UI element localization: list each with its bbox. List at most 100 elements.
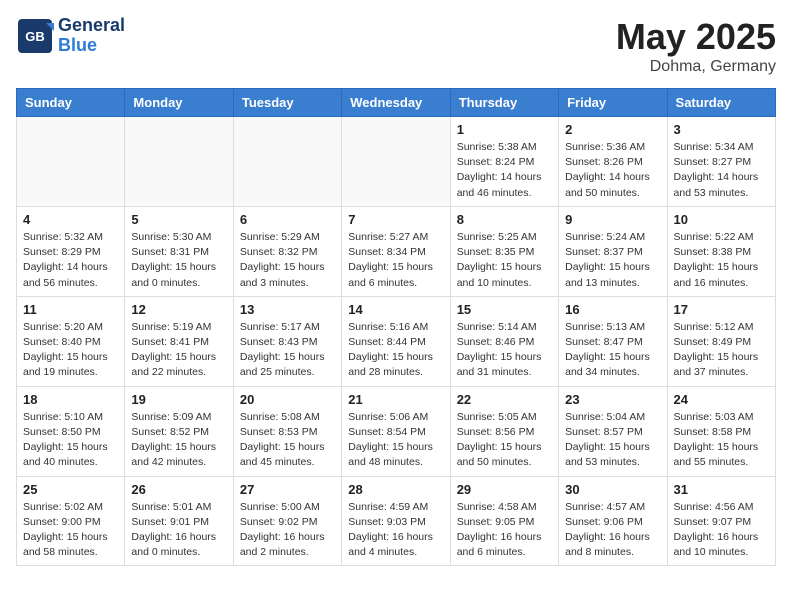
calendar-day: 6 Sunrise: 5:29 AM Sunset: 8:32 PM Daylig… [233,206,341,296]
day-info: Sunrise: 5:03 AM Sunset: 8:58 PM Dayligh… [674,410,769,471]
calendar-day: 24 Sunrise: 5:03 AM Sunset: 8:58 PM Dayli… [667,386,775,476]
day-number: 12 [131,302,226,317]
day-number: 2 [565,122,660,137]
day-info: Sunrise: 4:56 AM Sunset: 9:07 PM Dayligh… [674,500,769,561]
calendar-day: 27 Sunrise: 5:00 AM Sunset: 9:02 PM Dayli… [233,476,341,566]
day-info: Sunrise: 4:59 AM Sunset: 9:03 PM Dayligh… [348,500,443,561]
calendar-day: 22 Sunrise: 5:05 AM Sunset: 8:56 PM Dayli… [450,386,558,476]
calendar-week-4: 18Sunrise: 5:10 AM Sunset: 8:50 PM Dayli… [17,386,776,476]
col-thursday: Thursday [450,89,558,117]
calendar-day: 3Sunrise: 5:34 AM Sunset: 8:27 PM Daylig… [667,117,775,207]
col-wednesday: Wednesday [342,89,450,117]
calendar-day: 1Sunrise: 5:38 AM Sunset: 8:24 PM Daylig… [450,117,558,207]
calendar-day: 31 Sunrise: 4:56 AM Sunset: 9:07 PM Dayli… [667,476,775,566]
day-info: Sunrise: 5:06 AM Sunset: 8:54 PM Dayligh… [348,410,443,471]
calendar-day: 7Sunrise: 5:27 AM Sunset: 8:34 PM Daylig… [342,206,450,296]
day-info: Sunrise: 5:17 AM Sunset: 8:43 PM Dayligh… [240,320,335,381]
month-title: May 2025 [616,16,776,58]
calendar-day: 21 Sunrise: 5:06 AM Sunset: 8:54 PM Dayli… [342,386,450,476]
page-header: GB General Blue May 2025 Dohma, Germany [16,16,776,76]
day-info: Sunrise: 5:01 AM Sunset: 9:01 PM Dayligh… [131,500,226,561]
day-number: 22 [457,392,552,407]
day-number: 29 [457,482,552,497]
logo-icon: GB [16,17,54,55]
day-number: 25 [23,482,118,497]
calendar-day: 29Sunrise: 4:58 AM Sunset: 9:05 PM Dayli… [450,476,558,566]
day-info: Sunrise: 5:12 AM Sunset: 8:49 PM Dayligh… [674,320,769,381]
calendar-day: 2 Sunrise: 5:36 AM Sunset: 8:26 PM Daylig… [559,117,667,207]
day-info: Sunrise: 5:09 AM Sunset: 8:52 PM Dayligh… [131,410,226,471]
calendar-day: 10Sunrise: 5:22 AM Sunset: 8:38 PM Dayli… [667,206,775,296]
day-info: Sunrise: 5:32 AM Sunset: 8:29 PM Dayligh… [23,230,118,291]
day-number: 4 [23,212,118,227]
day-info: Sunrise: 5:36 AM Sunset: 8:26 PM Dayligh… [565,140,660,201]
calendar-day: 23 Sunrise: 5:04 AM Sunset: 8:57 PM Dayli… [559,386,667,476]
day-number: 5 [131,212,226,227]
day-info: Sunrise: 5:00 AM Sunset: 9:02 PM Dayligh… [240,500,335,561]
calendar-table: Sunday Monday Tuesday Wednesday Thursday… [16,88,776,566]
location-subtitle: Dohma, Germany [616,58,776,76]
day-info: Sunrise: 5:20 AM Sunset: 8:40 PM Dayligh… [23,320,118,381]
col-monday: Monday [125,89,233,117]
day-info: Sunrise: 5:34 AM Sunset: 8:27 PM Dayligh… [674,140,769,201]
day-info: Sunrise: 5:04 AM Sunset: 8:57 PM Dayligh… [565,410,660,471]
day-number: 16 [565,302,660,317]
col-friday: Friday [559,89,667,117]
header-row: Sunday Monday Tuesday Wednesday Thursday… [17,89,776,117]
day-number: 23 [565,392,660,407]
day-info: Sunrise: 5:30 AM Sunset: 8:31 PM Dayligh… [131,230,226,291]
calendar-day: 11 Sunrise: 5:20 AM Sunset: 8:40 PM Dayli… [17,296,125,386]
day-number: 21 [348,392,443,407]
day-number: 24 [674,392,769,407]
calendar-day [125,117,233,207]
calendar-week-5: 25 Sunrise: 5:02 AM Sunset: 9:00 PM Dayli… [17,476,776,566]
logo-text-general: General [58,16,125,36]
day-number: 19 [131,392,226,407]
calendar-day: 20Sunrise: 5:08 AM Sunset: 8:53 PM Dayli… [233,386,341,476]
day-number: 10 [674,212,769,227]
day-info: Sunrise: 5:24 AM Sunset: 8:37 PM Dayligh… [565,230,660,291]
day-number: 27 [240,482,335,497]
day-number: 9 [565,212,660,227]
col-sunday: Sunday [17,89,125,117]
calendar-day [233,117,341,207]
calendar-day [342,117,450,207]
calendar-day: 13Sunrise: 5:17 AM Sunset: 8:43 PM Dayli… [233,296,341,386]
calendar-week-1: 1Sunrise: 5:38 AM Sunset: 8:24 PM Daylig… [17,117,776,207]
calendar-day: 17 Sunrise: 5:12 AM Sunset: 8:49 PM Dayli… [667,296,775,386]
day-info: Sunrise: 5:02 AM Sunset: 9:00 PM Dayligh… [23,500,118,561]
calendar-day: 9 Sunrise: 5:24 AM Sunset: 8:37 PM Daylig… [559,206,667,296]
day-number: 17 [674,302,769,317]
calendar-day: 15Sunrise: 5:14 AM Sunset: 8:46 PM Dayli… [450,296,558,386]
day-info: Sunrise: 5:14 AM Sunset: 8:46 PM Dayligh… [457,320,552,381]
calendar-day: 25 Sunrise: 5:02 AM Sunset: 9:00 PM Dayli… [17,476,125,566]
calendar-day: 5 Sunrise: 5:30 AM Sunset: 8:31 PM Daylig… [125,206,233,296]
day-number: 28 [348,482,443,497]
day-info: Sunrise: 5:25 AM Sunset: 8:35 PM Dayligh… [457,230,552,291]
logo: GB General Blue [16,16,125,56]
day-number: 11 [23,302,118,317]
calendar-day: 16Sunrise: 5:13 AM Sunset: 8:47 PM Dayli… [559,296,667,386]
day-number: 1 [457,122,552,137]
day-number: 8 [457,212,552,227]
col-saturday: Saturday [667,89,775,117]
calendar-week-3: 11 Sunrise: 5:20 AM Sunset: 8:40 PM Dayli… [17,296,776,386]
day-number: 31 [674,482,769,497]
calendar-day: 19 Sunrise: 5:09 AM Sunset: 8:52 PM Dayli… [125,386,233,476]
day-number: 30 [565,482,660,497]
title-block: May 2025 Dohma, Germany [616,16,776,76]
day-info: Sunrise: 5:05 AM Sunset: 8:56 PM Dayligh… [457,410,552,471]
calendar-week-2: 4 Sunrise: 5:32 AM Sunset: 8:29 PM Daylig… [17,206,776,296]
day-number: 6 [240,212,335,227]
calendar-day: 14Sunrise: 5:16 AM Sunset: 8:44 PM Dayli… [342,296,450,386]
day-info: Sunrise: 5:10 AM Sunset: 8:50 PM Dayligh… [23,410,118,471]
svg-text:GB: GB [25,29,45,44]
day-info: Sunrise: 5:29 AM Sunset: 8:32 PM Dayligh… [240,230,335,291]
day-number: 26 [131,482,226,497]
calendar-day: 26 Sunrise: 5:01 AM Sunset: 9:01 PM Dayli… [125,476,233,566]
calendar-day: 12 Sunrise: 5:19 AM Sunset: 8:41 PM Dayli… [125,296,233,386]
day-info: Sunrise: 5:19 AM Sunset: 8:41 PM Dayligh… [131,320,226,381]
calendar-day: 30Sunrise: 4:57 AM Sunset: 9:06 PM Dayli… [559,476,667,566]
day-number: 7 [348,212,443,227]
calendar-day: 4 Sunrise: 5:32 AM Sunset: 8:29 PM Daylig… [17,206,125,296]
